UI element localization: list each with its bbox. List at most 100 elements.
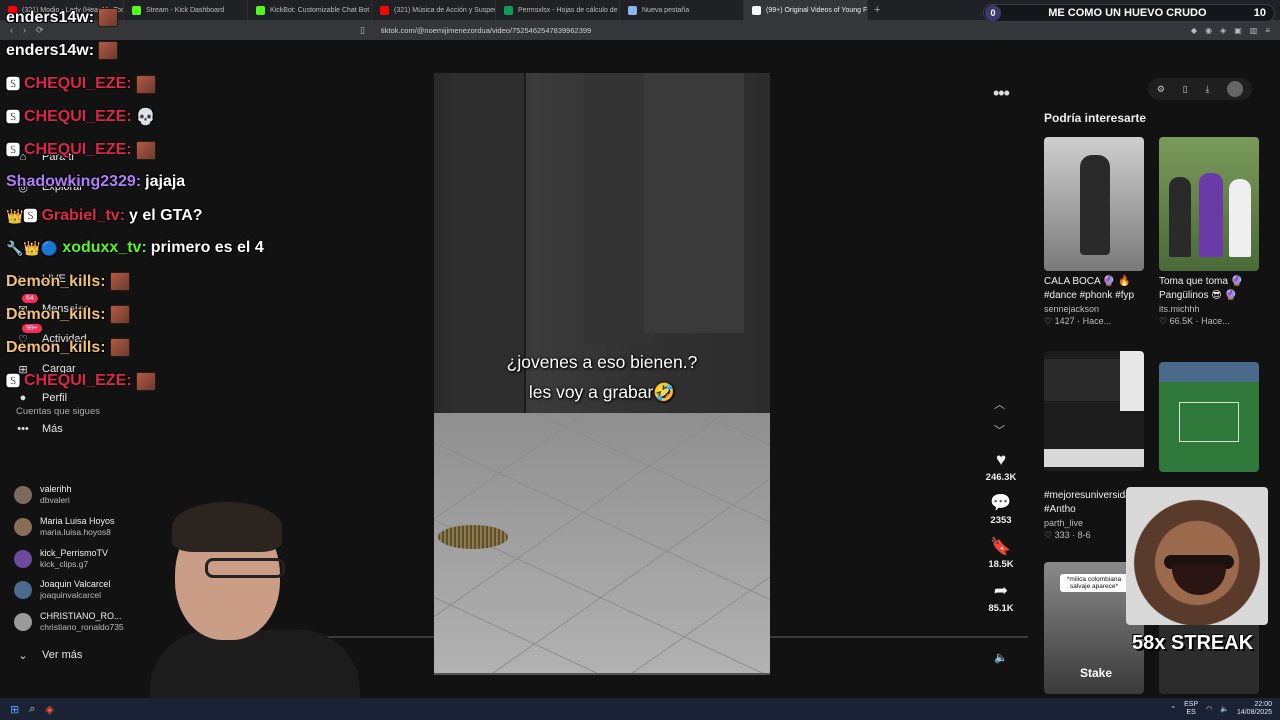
tray-icon[interactable]: ⌃	[1170, 705, 1176, 713]
notification-badge: 99+	[22, 324, 42, 333]
sidebar-item-m-s[interactable]: ••• Más	[16, 422, 63, 436]
browser-tab[interactable]: (321) Música de Acción y Suspenso	[372, 0, 496, 20]
chat-message: enders14w:	[6, 8, 119, 27]
tab-favicon-icon	[380, 5, 389, 15]
stream-title: ME COMO UN HUEVO CRUDO	[1048, 7, 1207, 19]
menu-icon[interactable]: ≡	[1265, 26, 1270, 35]
avatar[interactable]	[1227, 81, 1244, 97]
volume-icon[interactable]: 🔈	[994, 651, 1008, 664]
recommendation-card[interactable]	[1159, 362, 1259, 472]
video-progress-bar[interactable]	[434, 673, 770, 675]
browser-tab[interactable]: Nueva pestaña	[620, 0, 744, 20]
see-more-label: Ver más	[42, 649, 83, 661]
sidebar-item-perfil[interactable]: ● Perfil	[16, 391, 67, 405]
url-field[interactable]: tiktok.com/@noemijimenezordua/video/7525…	[365, 26, 765, 35]
download-icon[interactable]: ⤓	[1205, 84, 1209, 95]
extension-icon[interactable]: ▣	[1234, 26, 1242, 35]
chat-message: 🆂 CHEQUI_EZE:	[6, 140, 156, 160]
browser-tab[interactable]: (99+) Original Videos of Young F×	[744, 0, 868, 20]
recommendation-thumbnail	[1044, 137, 1144, 271]
sidebar-item-label: Más	[42, 423, 63, 435]
recommendation-meta: ♡ 1427 · Hace...	[1044, 316, 1112, 326]
recommendation-caption: Toma que toma 🔮 Pangülinos 😎 🔮	[1159, 276, 1244, 301]
following-account[interactable]: kick_PerrismoTV kick_clips.g7	[14, 548, 108, 569]
extension-icon[interactable]: ◈	[1220, 26, 1226, 35]
previous-video-icon[interactable]: ︿	[994, 396, 1005, 412]
tab-label: Stream - Kick Dashboard	[146, 6, 225, 14]
notification-badge: 64	[22, 294, 38, 303]
tab-label: (321) Música de Acción y Suspenso	[394, 6, 496, 14]
chat-username: CHEQUI_EZE:	[24, 141, 132, 158]
chat-emote-icon	[109, 305, 130, 324]
settings-icon[interactable]: ⚙	[1157, 84, 1165, 95]
following-account-text: Joaquin Valcarcel joaquinvalcarcel	[40, 579, 110, 600]
webcam-hair	[172, 502, 282, 552]
next-video-icon[interactable]: ﹀	[994, 422, 1005, 438]
screen: (321) Modjo - Lady (Hear Me Tonig Stream …	[0, 0, 1280, 720]
chat-message: Demon_kills:	[6, 338, 130, 357]
save-button[interactable]: 🔖 18.5K	[981, 537, 1021, 570]
heart-icon: ♥	[995, 450, 1007, 469]
following-account[interactable]: Maria Luisa Hoyos maria.luisa.hoyos8	[14, 516, 115, 537]
chat-emote-icon	[135, 74, 156, 94]
chat-message: 🆂 CHEQUI_EZE:	[6, 371, 156, 391]
more-options-icon[interactable]: •••	[993, 83, 1010, 104]
following-account-text: Maria Luisa Hoyos maria.luisa.hoyos8	[40, 516, 115, 537]
recommendation-meta: ♡ 66.5K · Hace...	[1159, 316, 1230, 326]
volume-tray-icon[interactable]: 🔈	[1220, 705, 1229, 713]
windows-start-icon[interactable]: ⊞	[10, 703, 19, 716]
chat-message: Demon_kills:	[6, 305, 130, 324]
share-button[interactable]: ➦ 85.1K	[981, 581, 1021, 614]
extension-icon[interactable]: ◆	[1191, 26, 1197, 35]
wifi-icon[interactable]: ◠	[1206, 705, 1212, 713]
chat-badge: 🆂	[6, 373, 20, 389]
avatar	[14, 580, 32, 599]
stream-number: 10	[1253, 7, 1266, 19]
recommendation-author: its.michhh	[1159, 304, 1200, 314]
browser-tab[interactable]: Stream - Kick Dashboard	[124, 0, 248, 20]
more-icon: •••	[17, 423, 29, 435]
skull-icon: 💀	[135, 109, 156, 126]
following-account[interactable]: CHRISTIANO_RO... christiano_ronaldo735	[14, 611, 124, 632]
chat-username: Demon_kills:	[6, 272, 106, 290]
new-tab-button[interactable]: +	[868, 4, 886, 16]
chat-username: Demon_kills:	[6, 305, 106, 323]
clock[interactable]: 22:00 14/08/2025	[1237, 701, 1272, 717]
following-name: kick_PerrismoTV	[40, 548, 109, 558]
chat-message: 🆂 CHEQUI_EZE: 💀	[6, 107, 156, 127]
following-handle: kick_clips.g7	[40, 559, 89, 569]
video-player[interactable]: ¿jovenes a eso bienen.? les voy a grabar…	[434, 73, 770, 675]
meme-mouth	[1172, 565, 1226, 595]
following-account[interactable]: valerihh dbvaleri	[14, 484, 72, 505]
recommendation-card[interactable]: CALA BOCA 🔮 🔥 #dance #phonk #fyp senneja…	[1044, 137, 1144, 327]
profile-icon: ●	[19, 392, 27, 404]
like-button[interactable]: ♥ 246.3K	[981, 450, 1021, 483]
chat-emote-icon	[109, 272, 130, 291]
taskbar-apps: ⊞ ⌕ ◈	[0, 703, 54, 716]
os-taskbar: ⊞ ⌕ ◈ ⌃ ESP ES ◠ 🔈 22:00 14/08/2025	[0, 698, 1280, 720]
following-account[interactable]: Joaquin Valcarcel joaquinvalcarcel	[14, 579, 110, 600]
chat-text: jajaja	[145, 173, 186, 190]
chat-emote-icon	[109, 338, 130, 357]
following-account-text: kick_PerrismoTV kick_clips.g7	[40, 548, 108, 569]
chat-message: 🔧👑🔵 xoduxx_tv: primero es el 4	[6, 239, 264, 257]
sidebar-toggle-icon[interactable]: ▥	[1250, 26, 1258, 35]
search-icon[interactable]: ⌕	[29, 703, 35, 716]
recommendation-card[interactable]: Toma que toma 🔮 Pangülinos 😎 🔮 its.michh…	[1159, 137, 1259, 327]
mobile-icon[interactable]: ▯	[1183, 84, 1188, 95]
recommendation-thumbnail	[1159, 137, 1259, 271]
chat-username: CHEQUI_EZE:	[24, 108, 132, 125]
chat-text: y el GTA?	[129, 207, 203, 224]
see-more-button[interactable]: ⌄ Ver más	[16, 648, 82, 662]
extension-icon[interactable]: ◉	[1205, 26, 1212, 35]
tab-favicon-icon	[752, 5, 761, 15]
browser-app-icon[interactable]: ◈	[45, 703, 53, 716]
recommendation-thumbnail	[1044, 351, 1144, 471]
comment-button[interactable]: 💬 2353	[981, 493, 1021, 526]
video-caption: ¿jovenes a eso bienen.? les voy a grabar…	[434, 347, 770, 407]
browser-tab[interactable]: Permsxlsx - Hojas de cálculo de Goog	[496, 0, 620, 20]
chat-badge: 👑🆂	[6, 208, 38, 224]
language-indicator[interactable]: ESP ES	[1184, 701, 1198, 717]
chat-username: enders14w:	[6, 41, 95, 59]
browser-tab[interactable]: KickBot: Customizable Chat Bot for K	[248, 0, 372, 20]
